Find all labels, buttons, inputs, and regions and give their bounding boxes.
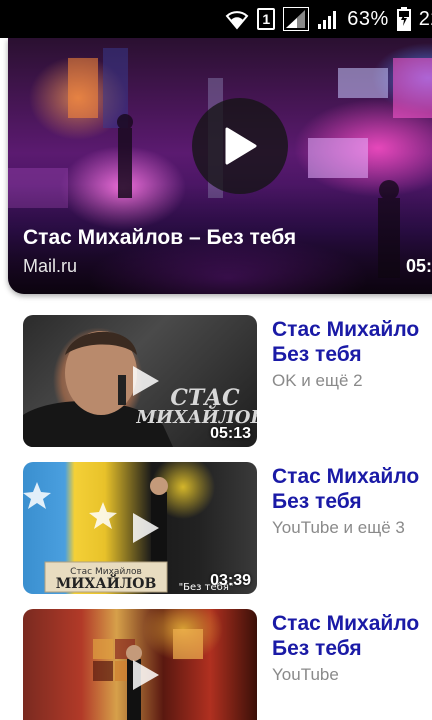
thumbnail-caption-name: МИХАЙЛОВ [56, 573, 157, 592]
battery-charging-icon [396, 7, 411, 31]
video-title-line2: Без тебя [272, 343, 362, 366]
video-source: YouTube и ещё 3 [272, 518, 405, 537]
video-duration: 05: [406, 256, 432, 276]
video-source: YouTube [272, 665, 339, 684]
play-icon [133, 660, 159, 690]
video-title[interactable]: Стас Михайлов – Без тебя [23, 226, 296, 250]
video-duration: 03:39 [210, 572, 251, 589]
video-title-line2: Без тебя [272, 637, 362, 660]
video-duration: 05:13 [210, 425, 251, 442]
battery-percent: 63% [347, 7, 389, 30]
video-title-line1: Стас Михайло [272, 318, 420, 341]
video-thumbnail[interactable]: Стас Михайлов МИХАЙЛОВ "Без тебя" 03:39 [23, 462, 257, 594]
video-thumbnail[interactable] [23, 609, 257, 720]
video-thumbnail[interactable]: СТАС МИХАЙЛОВ 05:13 [23, 315, 257, 447]
play-icon [133, 513, 159, 543]
video-title-line1: Стас Михайло [272, 612, 420, 635]
wifi-icon [225, 8, 249, 30]
play-icon [133, 366, 159, 396]
video-result-item[interactable]: Стас Михайло Без тебя YouTube [23, 609, 432, 720]
signal-icon-sim1 [283, 7, 310, 31]
sim-indicator: 1 [257, 8, 276, 30]
video-title-line1: Стас Михайло [272, 465, 420, 488]
play-icon [225, 127, 257, 165]
video-title[interactable]: Стас Михайло Без тебя [272, 611, 432, 661]
video-result-item[interactable]: Стас Михайлов МИХАЙЛОВ "Без тебя" 03:39 … [23, 462, 432, 594]
signal-icon-sim2 [317, 8, 339, 30]
video-title-line2: Без тебя [272, 490, 362, 513]
play-button[interactable] [192, 98, 288, 194]
status-bar: 1 63% 22 [0, 0, 432, 38]
clock: 22 [418, 7, 432, 30]
featured-video-card[interactable]: Стас Михайлов – Без тебя Mail.ru 05: [8, 38, 432, 294]
video-source: OK и ещё 2 [272, 371, 363, 390]
video-result-item[interactable]: СТАС МИХАЙЛОВ 05:13 Стас Михайло Без теб… [23, 315, 432, 447]
video-source: Mail.ru [23, 256, 78, 276]
video-title[interactable]: Стас Михайло Без тебя [272, 317, 432, 367]
video-title[interactable]: Стас Михайло Без тебя [272, 464, 432, 514]
